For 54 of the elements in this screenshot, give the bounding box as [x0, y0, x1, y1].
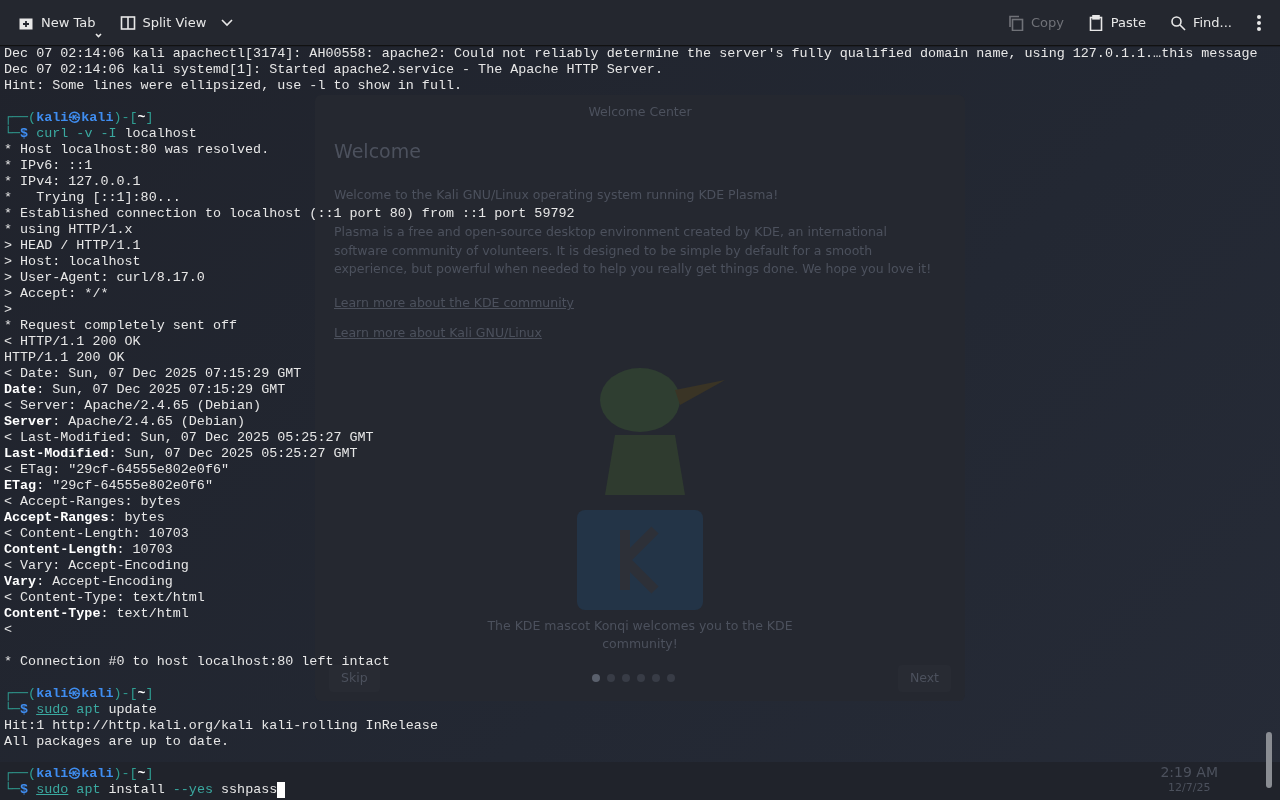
terminal-line: < Content-Length: 10703 [4, 526, 189, 542]
terminal-line: ┌──(kali㉿kali)-[~] [4, 766, 154, 782]
terminal-line: < Vary: Accept-Encoding [4, 558, 189, 574]
terminal-line: * using HTTP/1.x [4, 222, 133, 238]
terminal-line: > Accept: */* [4, 286, 109, 302]
terminal-line: < ETag: "29cf-64555e802e0f6" [4, 462, 229, 478]
terminal-line: < [4, 622, 13, 638]
terminal-line: * IPv4: 127.0.0.1 [4, 174, 141, 190]
terminal-line: ┌──(kali㉿kali)-[~] [4, 686, 154, 702]
terminal-line: > User-Agent: curl/8.17.0 [4, 270, 205, 286]
terminal-line: < Accept-Ranges: bytes [4, 494, 181, 510]
terminal-line: > Host: localhost [4, 254, 141, 270]
terminal-line: Hit:1 http://http.kali.org/kali kali-rolling InRelease [4, 718, 438, 734]
terminal-line: * Request completely sent off [4, 318, 238, 334]
terminal-line: Dec 07 02:14:06 kali systemd[1]: Started apache2.service - The Apache HTTP Server. [4, 62, 663, 78]
terminal-line: All packages are up to date. [4, 734, 229, 750]
find-button[interactable]: Find... [1161, 8, 1240, 37]
terminal-line: Dec 07 02:14:06 kali apachectl[3174]: AH00558: apache2: Could not reliably determine the server's fully qualified domain name, using 127.0.1.1.…this message [4, 46, 1258, 62]
new-tab-button[interactable]: New Tab [10, 8, 104, 37]
split-view-button[interactable]: Split View [111, 8, 242, 37]
copy-icon [1007, 14, 1024, 31]
terminal-line: > [4, 302, 13, 318]
search-icon [1169, 14, 1186, 31]
terminal-line: Vary: Accept-Encoding [4, 574, 173, 590]
terminal-line: ETag: "29cf-64555e802e0f6" [4, 478, 213, 494]
terminal-line: Date: Sun, 07 Dec 2025 07:15:29 GMT [4, 382, 286, 398]
terminal-line: Content-Length: 10703 [4, 542, 173, 558]
clipboard-icon [1087, 14, 1104, 31]
terminal-line: * Host localhost:80 was resolved. [4, 142, 270, 158]
terminal-line: └─$ curl -v -I localhost [4, 126, 197, 142]
split-view-icon [119, 14, 136, 31]
terminal-line: * IPv6: ::1 [4, 158, 93, 174]
terminal-line: └─$ sudo apt install --yes sshpass [4, 782, 278, 798]
caret-icon [94, 33, 102, 39]
terminal-line: * Trying [::1]:80... [4, 190, 181, 206]
terminal-line: ┌──(kali㉿kali)-[~] [4, 110, 154, 126]
menu-icon [1256, 13, 1262, 32]
terminal-line: └─$ sudo apt update [4, 702, 157, 718]
terminal-line: HTTP/1.1 200 OK [4, 350, 125, 366]
terminal-line: Hint: Some lines were ellipsized, use -l to show in full. [4, 78, 463, 94]
terminal-line: < Date: Sun, 07 Dec 2025 07:15:29 GMT [4, 366, 302, 382]
terminal-line: < Last-Modified: Sun, 07 Dec 2025 05:25:27 GMT [4, 430, 374, 446]
page-dot[interactable] [592, 674, 600, 682]
terminal-line: < Server: Apache/2.4.65 (Debian) [4, 398, 262, 414]
terminal-line: < Content-Type: text/html [4, 590, 205, 606]
terminal-line: Content-Type: text/html [4, 606, 189, 622]
terminal-line: * Established connection to localhost (::1 port 80) from ::1 port 59792 [4, 206, 575, 222]
terminal-line: Last-Modified: Sun, 07 Dec 2025 05:25:27 GMT [4, 446, 358, 462]
terminal-line: Accept-Ranges: bytes [4, 510, 165, 526]
terminal-line: > HEAD / HTTP/1.1 [4, 238, 141, 254]
paste-button[interactable]: Paste [1079, 8, 1154, 37]
terminal-line: < HTTP/1.1 200 OK [4, 334, 141, 350]
terminal-line: Server: Apache/2.4.65 (Debian) [4, 414, 246, 430]
chevron-down-icon [221, 18, 234, 27]
